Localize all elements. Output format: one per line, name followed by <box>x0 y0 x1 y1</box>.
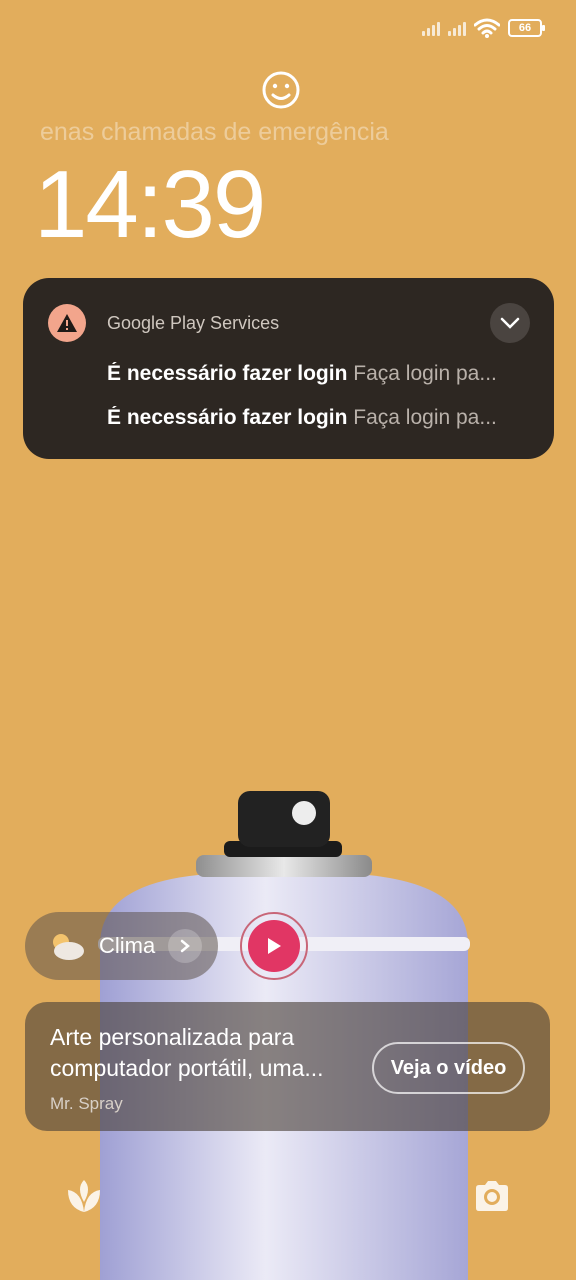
camera-icon[interactable] <box>472 1176 512 1216</box>
chevron-down-icon[interactable] <box>490 303 530 343</box>
battery-icon: 66 <box>508 19 545 37</box>
notification-body: Faça login pa... <box>353 406 497 429</box>
flower-icon[interactable] <box>64 1176 104 1216</box>
notification-item[interactable]: É necessário fazer login Faça login pa..… <box>107 406 537 430</box>
signal-icon <box>448 20 466 36</box>
notification-card[interactable]: Google Play Services É necessário fazer … <box>23 278 554 459</box>
status-bar: 66 <box>422 18 545 38</box>
wallpaper-title-line: Arte personalizada para <box>50 1024 295 1050</box>
wallpaper-title-line: computador portátil, uma... <box>50 1055 324 1081</box>
play-button[interactable] <box>240 912 308 980</box>
wallpaper-title: Arte personalizada para computador portá… <box>50 1022 370 1084</box>
notification-title: É necessário fazer login <box>107 406 348 429</box>
signal-icon <box>422 20 440 36</box>
weather-label: Clima <box>99 933 156 958</box>
weather-widget[interactable]: Clima <box>25 912 218 980</box>
notification-body: Faça login pa... <box>353 362 497 385</box>
play-icon <box>248 920 300 972</box>
face-unlock-icon[interactable] <box>262 68 300 112</box>
lockscreen-clock: 14:39 <box>34 151 266 258</box>
battery-level: 66 <box>518 22 532 34</box>
cloud-sun-icon <box>53 934 84 960</box>
wallpaper-author: Mr. Spray <box>50 1094 123 1113</box>
chevron-right-icon[interactable] <box>168 929 202 963</box>
wallpaper-card[interactable]: Arte personalizada para computador portá… <box>25 1002 550 1131</box>
notification-title: É necessário fazer login <box>107 362 348 385</box>
watch-video-button[interactable]: Veja o vídeo <box>372 1042 525 1094</box>
notification-app-name: Google Play Services <box>107 313 280 333</box>
notification-item[interactable]: É necessário fazer login Faça login pa..… <box>107 362 537 386</box>
wifi-icon <box>474 18 500 38</box>
warning-icon <box>48 304 86 342</box>
emergency-calls-text: enas chamadas de emergência <box>40 118 389 146</box>
